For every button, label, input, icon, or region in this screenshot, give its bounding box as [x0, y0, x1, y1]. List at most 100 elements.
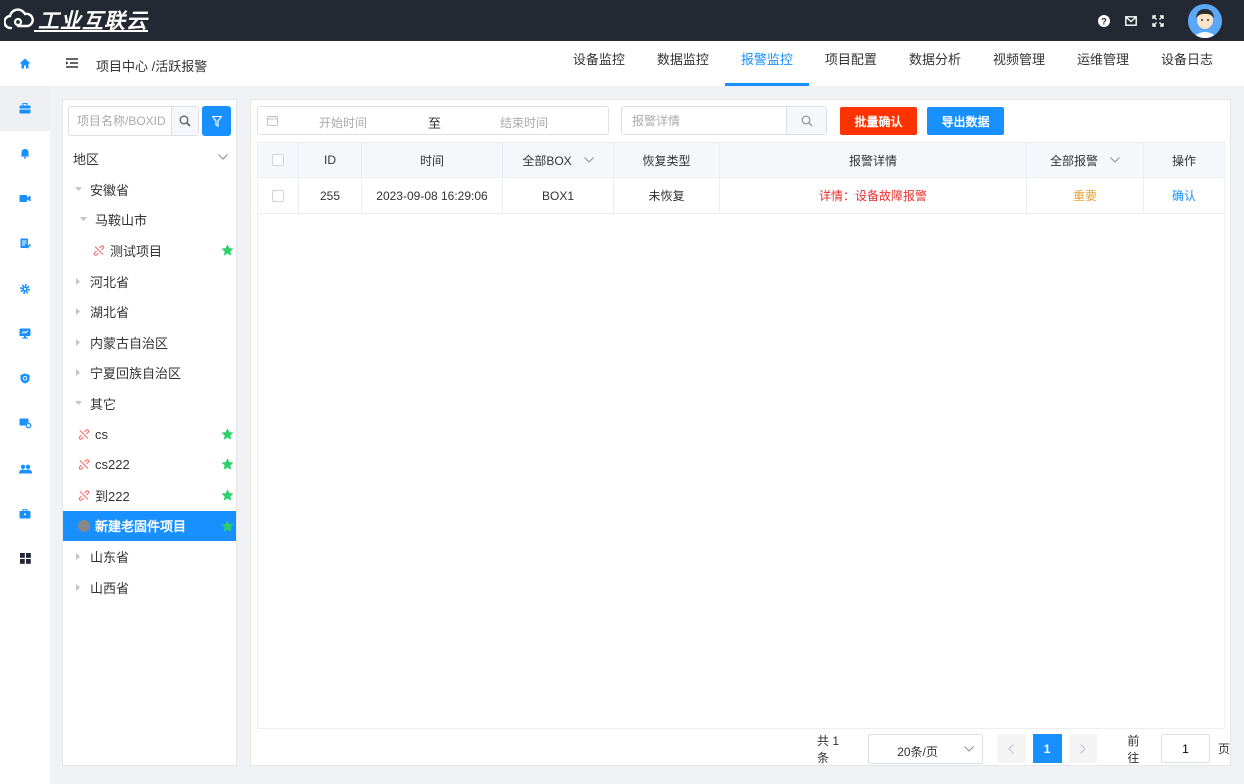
- batch-confirm-button[interactable]: 批量确认: [840, 107, 917, 135]
- rail-users[interactable]: [0, 446, 50, 491]
- cell-time: 2023-09-08 16:29:06: [362, 178, 503, 213]
- tree-item-label: cs: [95, 426, 108, 442]
- export-data-button[interactable]: 导出数据: [927, 107, 1004, 135]
- star-icon[interactable]: [221, 519, 234, 532]
- tree-project-item[interactable]: 新建老固件项目: [63, 510, 236, 542]
- tab-alarm-monitor[interactable]: 报警监控: [724, 41, 809, 86]
- caret-down-icon[interactable]: [73, 399, 83, 408]
- rail-dashboard[interactable]: [0, 536, 50, 581]
- table-header: ID 时间 全部BOX 恢复类型 报警详情 全部报警 操作: [258, 143, 1224, 178]
- col-box-filter[interactable]: 全部BOX: [503, 143, 614, 177]
- caret-right-icon[interactable]: [73, 307, 83, 316]
- mail-icon[interactable]: [1124, 14, 1138, 28]
- tab-device-monitor[interactable]: 设备监控: [557, 41, 641, 86]
- confirm-link[interactable]: 确认: [1144, 178, 1224, 213]
- select-all-checkbox[interactable]: [272, 154, 284, 166]
- tab-video-management[interactable]: 视频管理: [977, 41, 1061, 86]
- caret-right-icon[interactable]: [73, 552, 83, 561]
- tree-project-item[interactable]: cs222: [63, 449, 236, 480]
- tree-project-item[interactable]: cs: [63, 419, 236, 450]
- rail-settings[interactable]: [0, 266, 50, 311]
- search-icon: [179, 115, 191, 127]
- cell-box: BOX1: [503, 178, 614, 213]
- tree-item-label: 安徽省: [90, 182, 130, 198]
- tree-item-label: 测试项目: [110, 243, 163, 259]
- col-id: ID: [299, 143, 362, 177]
- prev-page-button[interactable]: [996, 734, 1026, 763]
- tree-region-item[interactable]: 河北省: [63, 266, 236, 297]
- star-icon[interactable]: [221, 458, 234, 470]
- search-button[interactable]: [171, 107, 198, 135]
- cell-detail: 详情：设备故障报警: [720, 178, 1027, 213]
- region-label: 地区: [73, 152, 100, 167]
- col-level-filter[interactable]: 全部报警: [1027, 143, 1144, 177]
- tree-region-item[interactable]: 山东省: [63, 541, 236, 572]
- logo[interactable]: 工业互联云: [4, 6, 148, 34]
- user-avatar[interactable]: [1188, 3, 1222, 38]
- menu-fold-icon[interactable]: [66, 58, 78, 68]
- alarm-detail-input[interactable]: [622, 107, 786, 134]
- tree-region-item[interactable]: 湖北省: [63, 296, 236, 327]
- rail-home[interactable]: [0, 41, 50, 86]
- toolbox-icon: [19, 508, 31, 519]
- caret-right-icon[interactable]: [73, 277, 83, 286]
- alarm-main-panel: 开始时间 至 结束时间 批量确认 导出数据 ID 时间 全部BOX 恢复类型 报…: [250, 99, 1231, 766]
- tree-region-item[interactable]: 山西省: [63, 572, 236, 603]
- start-time-input[interactable]: 开始时间: [319, 114, 367, 131]
- page-number-button[interactable]: 1: [1032, 734, 1062, 763]
- next-page-button[interactable]: [1068, 734, 1098, 763]
- caret-down-icon[interactable]: [78, 215, 88, 224]
- page-size-select[interactable]: 20条/页: [868, 733, 983, 764]
- end-time-input[interactable]: 结束时间: [500, 114, 548, 131]
- rail-project-center[interactable]: [0, 86, 50, 131]
- rail-monitor[interactable]: [0, 311, 50, 356]
- tree-item-label: 到222: [95, 488, 130, 504]
- tree-region-item[interactable]: 内蒙古自治区: [63, 327, 236, 358]
- rail-toolbox[interactable]: [0, 491, 50, 536]
- tree-project-item[interactable]: 到222: [63, 480, 236, 511]
- tab-project-config[interactable]: 项目配置: [809, 41, 893, 86]
- tree-region-item[interactable]: 安徽省: [63, 174, 236, 205]
- link-broken-icon: [78, 428, 90, 440]
- chevron-left-icon: [1008, 743, 1015, 754]
- caret-down-icon[interactable]: [73, 185, 83, 194]
- filter-button[interactable]: [202, 106, 231, 136]
- header-bar: 项目中心 /活跃报警 设备监控 数据监控 报警监控 项目配置 数据分析 视频管理…: [50, 41, 1244, 86]
- alarm-detail-search: [621, 106, 827, 135]
- gear-icon: [19, 283, 31, 295]
- tree-region-item[interactable]: 马鞍山市: [63, 205, 236, 236]
- rail-alarm[interactable]: [0, 131, 50, 176]
- page-unit-label: 页: [1218, 742, 1231, 756]
- tree-region-item[interactable]: 其它: [63, 388, 236, 419]
- caret-right-icon[interactable]: [73, 583, 83, 592]
- help-icon[interactable]: ?: [1097, 14, 1111, 28]
- tab-device-log[interactable]: 设备日志: [1145, 41, 1229, 86]
- pagination: 共 1 条 20条/页 1 前往 页: [817, 733, 1231, 765]
- tab-data-analysis[interactable]: 数据分析: [893, 41, 977, 86]
- detail-search-button[interactable]: [786, 107, 826, 134]
- rail-docs[interactable]: [0, 221, 50, 266]
- row-checkbox[interactable]: [272, 189, 284, 202]
- tree-item-label: 内蒙古自治区: [90, 335, 169, 351]
- caret-right-icon[interactable]: [73, 338, 83, 347]
- region-header[interactable]: 地区: [63, 143, 236, 174]
- tab-ops-management[interactable]: 运维管理: [1061, 41, 1145, 86]
- tab-data-monitor[interactable]: 数据监控: [641, 41, 725, 86]
- rail-video[interactable]: [0, 176, 50, 221]
- fullscreen-icon[interactable]: [1151, 14, 1165, 28]
- tree-region-item[interactable]: 宁夏回族自治区: [63, 358, 236, 389]
- date-range-picker[interactable]: 开始时间 至 结束时间: [257, 106, 609, 135]
- rail-device-config[interactable]: [0, 401, 50, 446]
- svg-text:?: ?: [1101, 16, 1107, 26]
- star-icon[interactable]: [221, 244, 234, 256]
- goto-page-input[interactable]: [1161, 734, 1210, 763]
- rail-security[interactable]: [0, 356, 50, 401]
- project-search-input[interactable]: [69, 107, 171, 135]
- filter-icon: [211, 115, 222, 127]
- caret-right-icon[interactable]: [73, 368, 83, 377]
- star-icon[interactable]: [221, 428, 234, 440]
- star-icon[interactable]: [221, 489, 234, 501]
- tree-item-label: 山东省: [90, 549, 130, 565]
- tree-project-item[interactable]: 测试项目: [63, 235, 236, 266]
- col-level-label: 全部报警: [1049, 153, 1098, 168]
